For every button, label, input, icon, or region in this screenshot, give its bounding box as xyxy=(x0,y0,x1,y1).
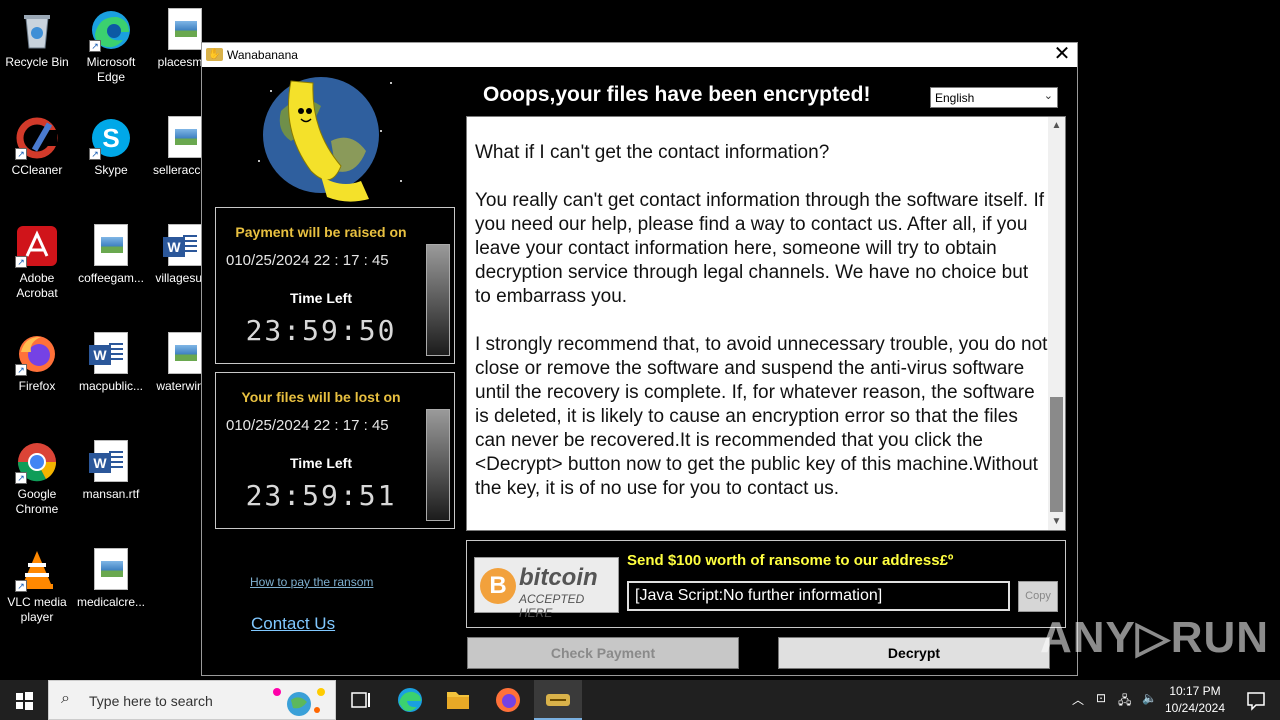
taskbar-search[interactable]: ⌕ Type here to search xyxy=(48,680,336,720)
bitcoin-address-field[interactable]: [Java Script:No further information] xyxy=(627,581,1010,611)
how-to-pay-link[interactable]: How to pay the ransom xyxy=(250,575,373,589)
ransom-message: What if I can't get the contact informat… xyxy=(475,142,1048,499)
notification-icon[interactable] xyxy=(1232,680,1280,720)
scroll-down-icon[interactable]: ▼ xyxy=(1048,513,1065,530)
people-icon[interactable]: ⊡ xyxy=(1096,691,1106,705)
contact-us-link[interactable]: Contact Us xyxy=(251,614,335,634)
word-file-icon: W xyxy=(89,440,133,484)
desktop-icon-coffeegam[interactable]: coffeegam... xyxy=(74,224,148,286)
ransom-window: ✋ Wanabanana ✕ Payment will be raised on… xyxy=(201,42,1078,676)
clock-date: 10/24/2024 xyxy=(1164,701,1226,715)
language-value: English xyxy=(935,91,975,105)
task-view-icon[interactable] xyxy=(336,680,384,720)
bitcoin-accepted-logo: B bitcoin ACCEPTED HERE xyxy=(474,557,619,620)
payment-raise-date: 010/25/2024 22 : 17 : 45 xyxy=(226,252,389,269)
payment-raise-heading: Payment will be raised on xyxy=(235,224,407,240)
decrypt-button[interactable]: Decrypt xyxy=(778,637,1050,669)
search-icon: ⌕ xyxy=(61,690,70,707)
desktop-icon-microsoft-edge[interactable]: ↗ Microsoft Edge xyxy=(74,8,148,85)
desktop-icon-google-chrome[interactable]: ↗ Google Chrome xyxy=(0,440,74,517)
taskbar: ⌕ Type here to search ︿ ⊡ 🖧 🔈 10:17 PM 1… xyxy=(0,680,1280,720)
edge-icon: ↗ xyxy=(89,8,133,52)
chrome-icon: ↗ xyxy=(15,440,59,484)
scroll-thumb[interactable] xyxy=(1050,397,1063,512)
send-ransom-label: Send $100 worth of ransome to our addres… xyxy=(627,552,954,569)
shortcut-arrow-icon: ↗ xyxy=(15,256,27,268)
recycle-bin-icon xyxy=(15,8,59,52)
firefox-icon: ↗ xyxy=(15,332,59,376)
shortcut-arrow-icon: ↗ xyxy=(15,580,27,592)
progress-bar xyxy=(426,409,450,521)
scroll-up-icon[interactable]: ▲ xyxy=(1048,117,1065,134)
vertical-scrollbar[interactable]: ▲ ▼ xyxy=(1048,117,1065,530)
shortcut-arrow-icon: ↗ xyxy=(89,148,101,160)
desktop-icon-mansan[interactable]: W mansan.rtf xyxy=(74,440,148,502)
wanabanana-taskbar-icon[interactable] xyxy=(534,680,582,720)
desktop-icon-adobe-acrobat[interactable]: ↗ Adobe Acrobat xyxy=(0,224,74,301)
desktop-icon-medicalcre[interactable]: medicalcre... xyxy=(74,548,148,610)
files-lost-countdown: 23:59:51 xyxy=(245,479,397,512)
network-icon[interactable]: 🖧 xyxy=(1118,691,1131,712)
files-lost-timer: Your files will be lost on 010/25/2024 2… xyxy=(215,372,455,529)
payment-raise-countdown: 23:59:50 xyxy=(245,314,397,347)
desktop-icon-macpublic[interactable]: W macpublic... xyxy=(74,332,148,394)
volume-icon[interactable]: 🔈 xyxy=(1142,691,1157,705)
time-left-label: Time Left xyxy=(290,290,352,306)
message-text-area[interactable]: What if I can't get the contact informat… xyxy=(466,116,1066,531)
shortcut-arrow-icon: ↗ xyxy=(15,364,27,376)
files-lost-heading: Your files will be lost on xyxy=(241,389,401,405)
start-button[interactable] xyxy=(0,680,48,720)
title-bar[interactable]: ✋ Wanabanana ✕ xyxy=(202,43,1077,67)
page-title: Ooops,your files have been encrypted! xyxy=(483,83,871,106)
svg-text:S: S xyxy=(102,123,119,153)
shortcut-arrow-icon: ↗ xyxy=(15,472,27,484)
desktop-icon-firefox[interactable]: ↗ Firefox xyxy=(0,332,74,394)
windows-logo-icon xyxy=(16,692,33,710)
payment-panel: B bitcoin ACCEPTED HERE Send $100 worth … xyxy=(466,540,1066,628)
firefox-taskbar-icon[interactable] xyxy=(484,680,532,720)
skype-icon: S ↗ xyxy=(89,116,133,160)
word-file-icon: W xyxy=(89,332,133,376)
image-file-icon xyxy=(89,548,133,592)
chevron-up-icon[interactable]: ︿ xyxy=(1072,691,1084,708)
banana-earth-image xyxy=(251,71,409,206)
chevron-down-icon: ⌄ xyxy=(1043,90,1053,102)
progress-bar xyxy=(426,244,450,356)
bitcoin-icon: B xyxy=(480,568,516,604)
time-left-label: Time Left xyxy=(290,455,352,471)
desktop-icon-ccleaner[interactable]: ↗ CCleaner xyxy=(0,116,74,178)
bitcoin-word: bitcoin xyxy=(519,564,598,591)
desktop-icon-vlc[interactable]: ↗ VLC media player xyxy=(0,548,74,625)
anyrun-watermark: ANY▷RUN xyxy=(1040,613,1270,662)
file-explorer-icon[interactable] xyxy=(434,680,482,720)
vlc-icon: ↗ xyxy=(15,548,59,592)
ccleaner-icon: ↗ xyxy=(15,116,59,160)
desktop-icon-recycle-bin[interactable]: Recycle Bin xyxy=(0,8,74,70)
accepted-here-text: ACCEPTED HERE xyxy=(519,592,585,620)
search-placeholder: Type here to search xyxy=(89,693,213,709)
payment-raise-timer: Payment will be raised on 010/25/2024 22… xyxy=(215,207,455,364)
edge-taskbar-icon[interactable] xyxy=(386,680,434,720)
clock-time: 10:17 PM xyxy=(1169,684,1221,698)
files-lost-date: 010/25/2024 22 : 17 : 45 xyxy=(226,417,389,434)
taskbar-clock[interactable]: 10:17 PM 10/24/2024 xyxy=(1160,683,1230,717)
desktop-icon-skype[interactable]: S ↗ Skype xyxy=(74,116,148,178)
handshake-icon: ✋ xyxy=(206,48,223,61)
check-payment-button[interactable]: Check Payment xyxy=(467,637,739,669)
language-select[interactable]: English ⌄ xyxy=(930,87,1058,108)
acrobat-icon: ↗ xyxy=(15,224,59,268)
shortcut-arrow-icon: ↗ xyxy=(89,40,101,52)
search-highlight-icon xyxy=(273,688,325,716)
close-button[interactable]: ✕ xyxy=(1047,43,1077,67)
shortcut-arrow-icon: ↗ xyxy=(15,148,27,160)
copy-button[interactable]: Copy xyxy=(1018,581,1058,612)
window-title: Wanabanana xyxy=(227,48,298,62)
image-file-icon xyxy=(89,224,133,268)
